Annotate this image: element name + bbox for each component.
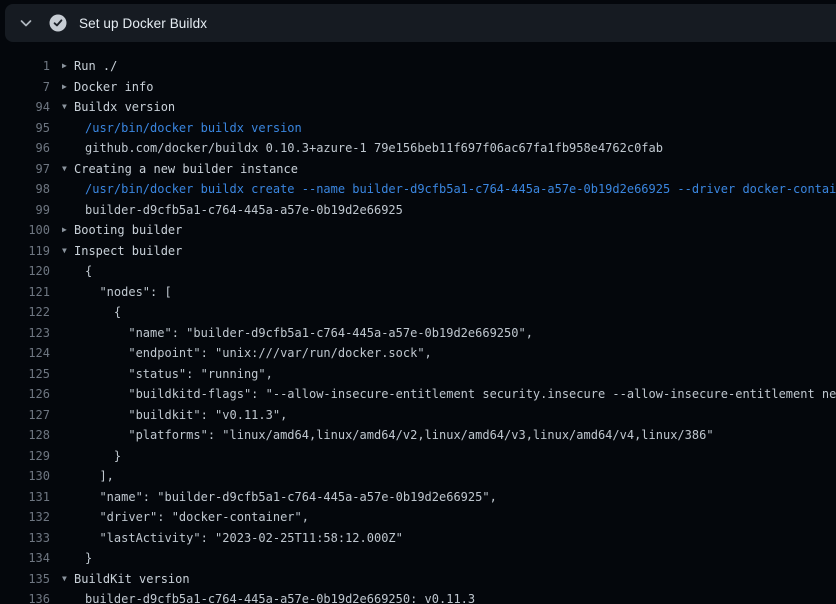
line-number[interactable]: 128 [0,425,50,446]
log-text: "status": "running", [85,364,836,385]
log-line: 136 builder-d9cfb5a1-c764-445a-a57e-0b19d… [0,589,836,604]
line-number[interactable]: 124 [0,343,50,364]
expand-triangle-icon[interactable]: ▶ [62,77,74,98]
line-number[interactable]: 127 [0,405,50,426]
log-line: 126 "buildkitd-flags": "--allow-insecure… [0,384,836,405]
collapse-triangle-icon[interactable]: ▼ [62,569,74,590]
line-number[interactable]: 122 [0,302,50,323]
log-text: /usr/bin/docker buildx create --name bui… [85,179,836,200]
log-text: "platforms": "linux/amd64,linux/amd64/v2… [85,425,836,446]
expand-triangle-icon[interactable]: ▶ [62,220,74,241]
group-label[interactable]: BuildKit version [74,569,836,590]
log-console: 1▶Run ./7▶Docker info94▼Buildx version95… [0,56,836,604]
collapse-triangle-icon[interactable]: ▼ [62,241,74,262]
line-number[interactable]: 121 [0,282,50,303]
log-text: { [85,261,836,282]
log-line: 120 { [0,261,836,282]
log-text: "endpoint": "unix:///var/run/docker.sock… [85,343,836,364]
line-number[interactable]: 1 [0,56,50,77]
line-number[interactable]: 7 [0,77,50,98]
line-number[interactable]: 99 [0,200,50,221]
line-number[interactable]: 120 [0,261,50,282]
log-text: } [85,446,836,467]
line-number[interactable]: 134 [0,548,50,569]
group-label[interactable]: Buildx version [74,97,836,118]
log-group-row[interactable]: 119 ▼Inspect builder [0,241,836,262]
log-line: 125 "status": "running", [0,364,836,385]
group-label[interactable]: Creating a new builder instance [74,159,836,180]
collapse-triangle-icon[interactable]: ▼ [62,159,74,180]
line-number[interactable]: 131 [0,487,50,508]
log-line: 130 ], [0,466,836,487]
line-number[interactable]: 130 [0,466,50,487]
log-text: ], [85,466,836,487]
line-number[interactable]: 97 [0,159,50,180]
log-text: builder-d9cfb5a1-c764-445a-a57e-0b19d2e6… [85,200,836,221]
group-label[interactable]: Docker info [74,77,836,98]
log-group-row[interactable]: 100 ▶Booting builder [0,220,836,241]
log-line: 131 "name": "builder-d9cfb5a1-c764-445a-… [0,487,836,508]
group-label[interactable]: Run ./ [74,56,836,77]
line-number[interactable]: 126 [0,384,50,405]
log-group-row[interactable]: 97 ▼Creating a new builder instance [0,159,836,180]
log-group-row[interactable]: 7 ▶Docker info [0,77,836,98]
log-line: 99 builder-d9cfb5a1-c764-445a-a57e-0b19d2… [0,200,836,221]
log-text: "driver": "docker-container", [85,507,836,528]
line-number[interactable]: 136 [0,589,50,604]
log-line: 122 { [0,302,836,323]
line-number[interactable]: 95 [0,118,50,139]
log-group-row[interactable]: 94 ▼Buildx version [0,97,836,118]
chevron-down-icon[interactable] [15,12,37,34]
line-number[interactable]: 133 [0,528,50,549]
log-group-row[interactable]: 1 ▶Run ./ [0,56,836,77]
line-number[interactable]: 100 [0,220,50,241]
log-line: 121 "nodes": [ [0,282,836,303]
line-number[interactable]: 135 [0,569,50,590]
log-line: 127 "buildkit": "v0.11.3", [0,405,836,426]
line-number[interactable]: 94 [0,97,50,118]
log-text: "buildkit": "v0.11.3", [85,405,836,426]
log-text: "name": "builder-d9cfb5a1-c764-445a-a57e… [85,487,836,508]
line-number[interactable]: 123 [0,323,50,344]
line-number[interactable]: 125 [0,364,50,385]
line-number[interactable]: 119 [0,241,50,262]
collapse-triangle-icon[interactable]: ▼ [62,97,74,118]
line-number[interactable]: 132 [0,507,50,528]
log-line: 96 github.com/docker/buildx 0.10.3+azure-… [0,138,836,159]
log-line: 98/usr/bin/docker buildx create --name b… [0,179,836,200]
expand-triangle-icon[interactable]: ▶ [62,56,74,77]
line-number[interactable]: 98 [0,179,50,200]
log-text: } [85,548,836,569]
check-circle-icon [49,14,67,32]
log-text: "nodes": [ [85,282,836,303]
log-line: 133 "lastActivity": "2023-02-25T11:58:12… [0,528,836,549]
log-line: 129 } [0,446,836,467]
log-line: 134} [0,548,836,569]
line-number[interactable]: 96 [0,138,50,159]
line-number[interactable]: 129 [0,446,50,467]
log-text: github.com/docker/buildx 0.10.3+azure-1 … [85,138,836,159]
log-text: "buildkitd-flags": "--allow-insecure-ent… [85,384,836,405]
step-title: Set up Docker Buildx [79,16,207,31]
log-text: "name": "builder-d9cfb5a1-c764-445a-a57e… [85,323,836,344]
log-line: 124 "endpoint": "unix:///var/run/docker.… [0,343,836,364]
log-text: builder-d9cfb5a1-c764-445a-a57e-0b19d2e6… [85,589,836,604]
log-group-row[interactable]: 135 ▼BuildKit version [0,569,836,590]
group-label[interactable]: Booting builder [74,220,836,241]
log-text: /usr/bin/docker buildx version [85,118,836,139]
log-line: 95/usr/bin/docker buildx version [0,118,836,139]
log-line: 128 "platforms": "linux/amd64,linux/amd6… [0,425,836,446]
log-line: 123 "name": "builder-d9cfb5a1-c764-445a-… [0,323,836,344]
log-text: { [85,302,836,323]
step-header[interactable]: Set up Docker Buildx [5,4,836,42]
log-text: "lastActivity": "2023-02-25T11:58:12.000… [85,528,836,549]
log-line: 132 "driver": "docker-container", [0,507,836,528]
group-label[interactable]: Inspect builder [74,241,836,262]
